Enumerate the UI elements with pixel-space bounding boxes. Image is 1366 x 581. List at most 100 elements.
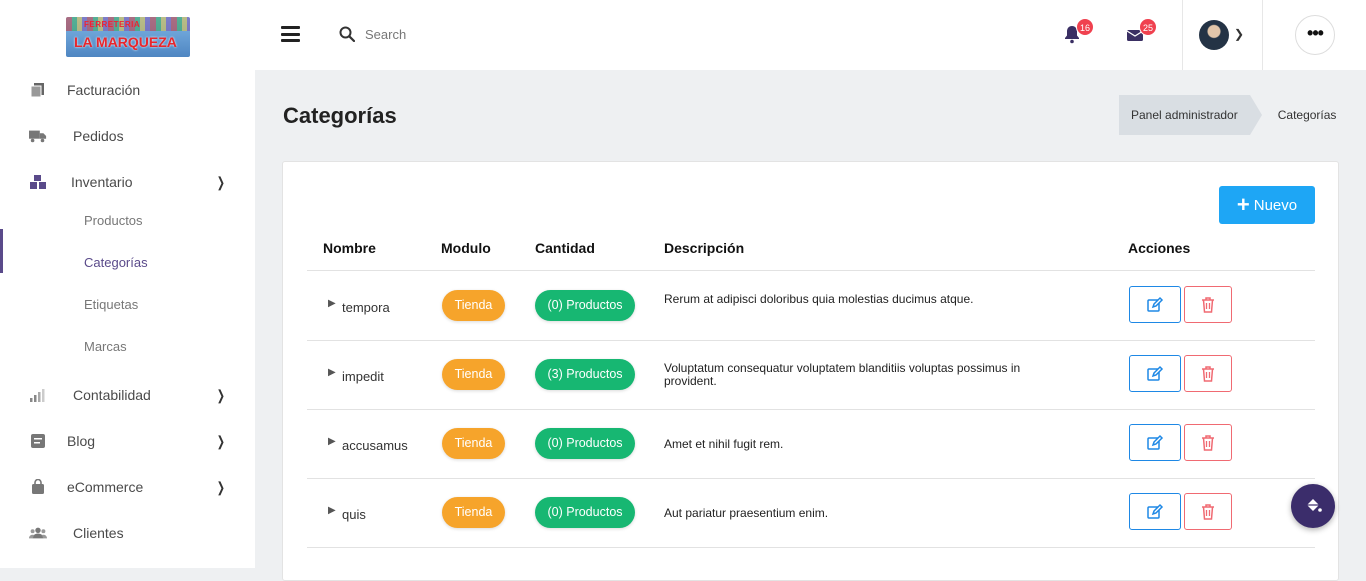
sidebar-item-label: Inventario: [71, 174, 133, 190]
category-name: quis: [342, 507, 366, 522]
copy-icon: [29, 82, 47, 98]
column-header-descripcion[interactable]: Descripción: [664, 240, 744, 256]
delete-button[interactable]: [1184, 424, 1232, 461]
edit-icon: [1147, 365, 1164, 381]
sidebar-item-inventario[interactable]: Inventario ❯: [0, 162, 255, 202]
new-button-label: Nuevo: [1253, 196, 1298, 214]
category-description: Aut pariatur praesentium enim.: [664, 506, 829, 520]
expand-caret-icon[interactable]: ▶: [328, 367, 336, 378]
hamburger-menu-icon[interactable]: [281, 26, 300, 42]
table-row: ▶ quis Tienda (0) Productos Aut pariatur…: [283, 478, 1340, 547]
signal-icon: [29, 387, 47, 403]
table-row: ▶ impedit Tienda (3) Productos Voluptatu…: [283, 340, 1340, 409]
category-name: accusamus: [342, 438, 408, 453]
new-category-button[interactable]: + Nuevo: [1219, 186, 1315, 224]
category-name: impedit: [342, 369, 384, 384]
plus-icon: +: [1236, 192, 1250, 217]
sidebar-item-ecommerce[interactable]: eCommerce ❯: [0, 467, 255, 507]
delete-button[interactable]: [1184, 493, 1232, 530]
sidebar-item-contabilidad[interactable]: Contabilidad ❯: [0, 375, 255, 415]
edit-button[interactable]: [1129, 493, 1181, 530]
submenu-item-categorias[interactable]: Categorías: [84, 255, 148, 270]
submenu-item-productos[interactable]: Productos: [84, 213, 143, 228]
sidebar-item-clientes[interactable]: Clientes: [0, 513, 255, 553]
column-header-acciones: Acciones: [1128, 240, 1191, 256]
module-badge: Tienda: [442, 428, 505, 459]
user-menu[interactable]: ❯: [1182, 0, 1263, 70]
top-bar: FERRETERIA LA MARQUEZA 16 25 ❯ •••: [0, 0, 1366, 70]
chevron-right-icon: ❯: [216, 173, 225, 190]
quantity-badge[interactable]: (0) Productos: [535, 497, 635, 528]
quantity-badge[interactable]: (0) Productos: [535, 290, 635, 321]
expand-caret-icon[interactable]: ▶: [328, 298, 336, 309]
breadcrumb-item-current: Categorías: [1277, 108, 1337, 122]
delete-button[interactable]: [1184, 355, 1232, 392]
sidebar-item-label: Facturación: [67, 82, 141, 98]
column-header-nombre[interactable]: Nombre: [323, 240, 376, 256]
logo-name: LA MARQUEZA: [74, 34, 177, 50]
module-badge: Tienda: [442, 290, 505, 321]
active-indicator: [0, 229, 3, 273]
row-divider: [307, 547, 1315, 548]
category-name: tempora: [342, 300, 390, 315]
column-header-modulo[interactable]: Modulo: [441, 240, 491, 256]
category-description: Amet et nihil fugit rem.: [664, 437, 784, 451]
sidebar-item-blog[interactable]: Blog ❯: [0, 421, 255, 461]
search-icon: [339, 26, 355, 42]
expand-caret-icon[interactable]: ▶: [328, 436, 336, 447]
notifications-button[interactable]: 16: [1062, 18, 1094, 46]
bag-icon: [29, 479, 47, 495]
column-header-cantidad[interactable]: Cantidad: [535, 240, 595, 256]
module-badge: Tienda: [442, 497, 505, 528]
sidebar-item-label: Clientes: [73, 525, 124, 541]
sidebar-item-label: Pedidos: [73, 128, 124, 144]
edit-button[interactable]: [1129, 286, 1181, 323]
page-title: Categorías: [283, 103, 397, 128]
more-options-button[interactable]: •••: [1295, 15, 1335, 55]
delete-button[interactable]: [1184, 286, 1232, 323]
sidebar-item-facturacion[interactable]: Facturación: [0, 70, 255, 110]
messages-badge: 25: [1139, 18, 1157, 36]
breadcrumb: Panel administrador Categorías: [1119, 95, 1336, 135]
theme-customizer-button[interactable]: [1291, 484, 1335, 528]
sidebar: Facturación Pedidos Inventario ❯ Product…: [0, 70, 255, 568]
categories-card: + Nuevo Nombre Modulo Cantidad Descripci…: [282, 161, 1339, 581]
edit-button[interactable]: [1129, 424, 1181, 461]
blog-icon: [29, 433, 47, 449]
edit-button[interactable]: [1129, 355, 1181, 392]
chevron-right-icon: ❯: [216, 478, 225, 495]
trash-icon: [1202, 503, 1214, 520]
category-description: Rerum at adipisci doloribus quia molesti…: [664, 292, 974, 306]
chevron-right-icon: ❯: [216, 432, 225, 449]
search-input[interactable]: [365, 26, 485, 42]
submenu-item-etiquetas[interactable]: Etiquetas: [84, 297, 138, 312]
table-row: ▶ tempora Tienda (0) Productos Rerum at …: [283, 271, 1340, 340]
users-icon: [29, 525, 47, 541]
module-badge: Tienda: [442, 359, 505, 390]
trash-icon: [1202, 296, 1214, 313]
boxes-icon: [29, 174, 47, 190]
sidebar-item-label: eCommerce: [67, 479, 144, 495]
paint-bucket-icon: [1307, 499, 1322, 512]
truck-icon: [29, 128, 47, 144]
trash-icon: [1202, 434, 1214, 451]
chevron-down-icon: ❯: [1234, 27, 1245, 41]
sidebar-item-label: Contabilidad: [73, 387, 151, 403]
edit-icon: [1147, 296, 1164, 312]
quantity-badge[interactable]: (3) Productos: [535, 359, 635, 390]
edit-icon: [1147, 503, 1164, 519]
submenu-item-marcas[interactable]: Marcas: [84, 339, 127, 354]
expand-caret-icon[interactable]: ▶: [328, 505, 336, 516]
trash-icon: [1202, 365, 1214, 382]
sidebar-item-pedidos[interactable]: Pedidos: [0, 116, 255, 156]
quantity-badge[interactable]: (0) Productos: [535, 428, 635, 459]
chevron-right-icon: ❯: [216, 386, 225, 403]
breadcrumb-item-panel[interactable]: Panel administrador: [1119, 95, 1262, 135]
logo[interactable]: FERRETERIA LA MARQUEZA: [66, 17, 190, 57]
logo-subtitle: FERRETERIA: [84, 20, 141, 29]
notifications-badge: 16: [1076, 18, 1094, 36]
sidebar-item-label: Blog: [67, 433, 96, 449]
messages-button[interactable]: 25: [1125, 18, 1157, 46]
avatar: [1199, 20, 1229, 50]
category-description: Voluptatum consequatur voluptatem blandi…: [664, 361, 1021, 388]
